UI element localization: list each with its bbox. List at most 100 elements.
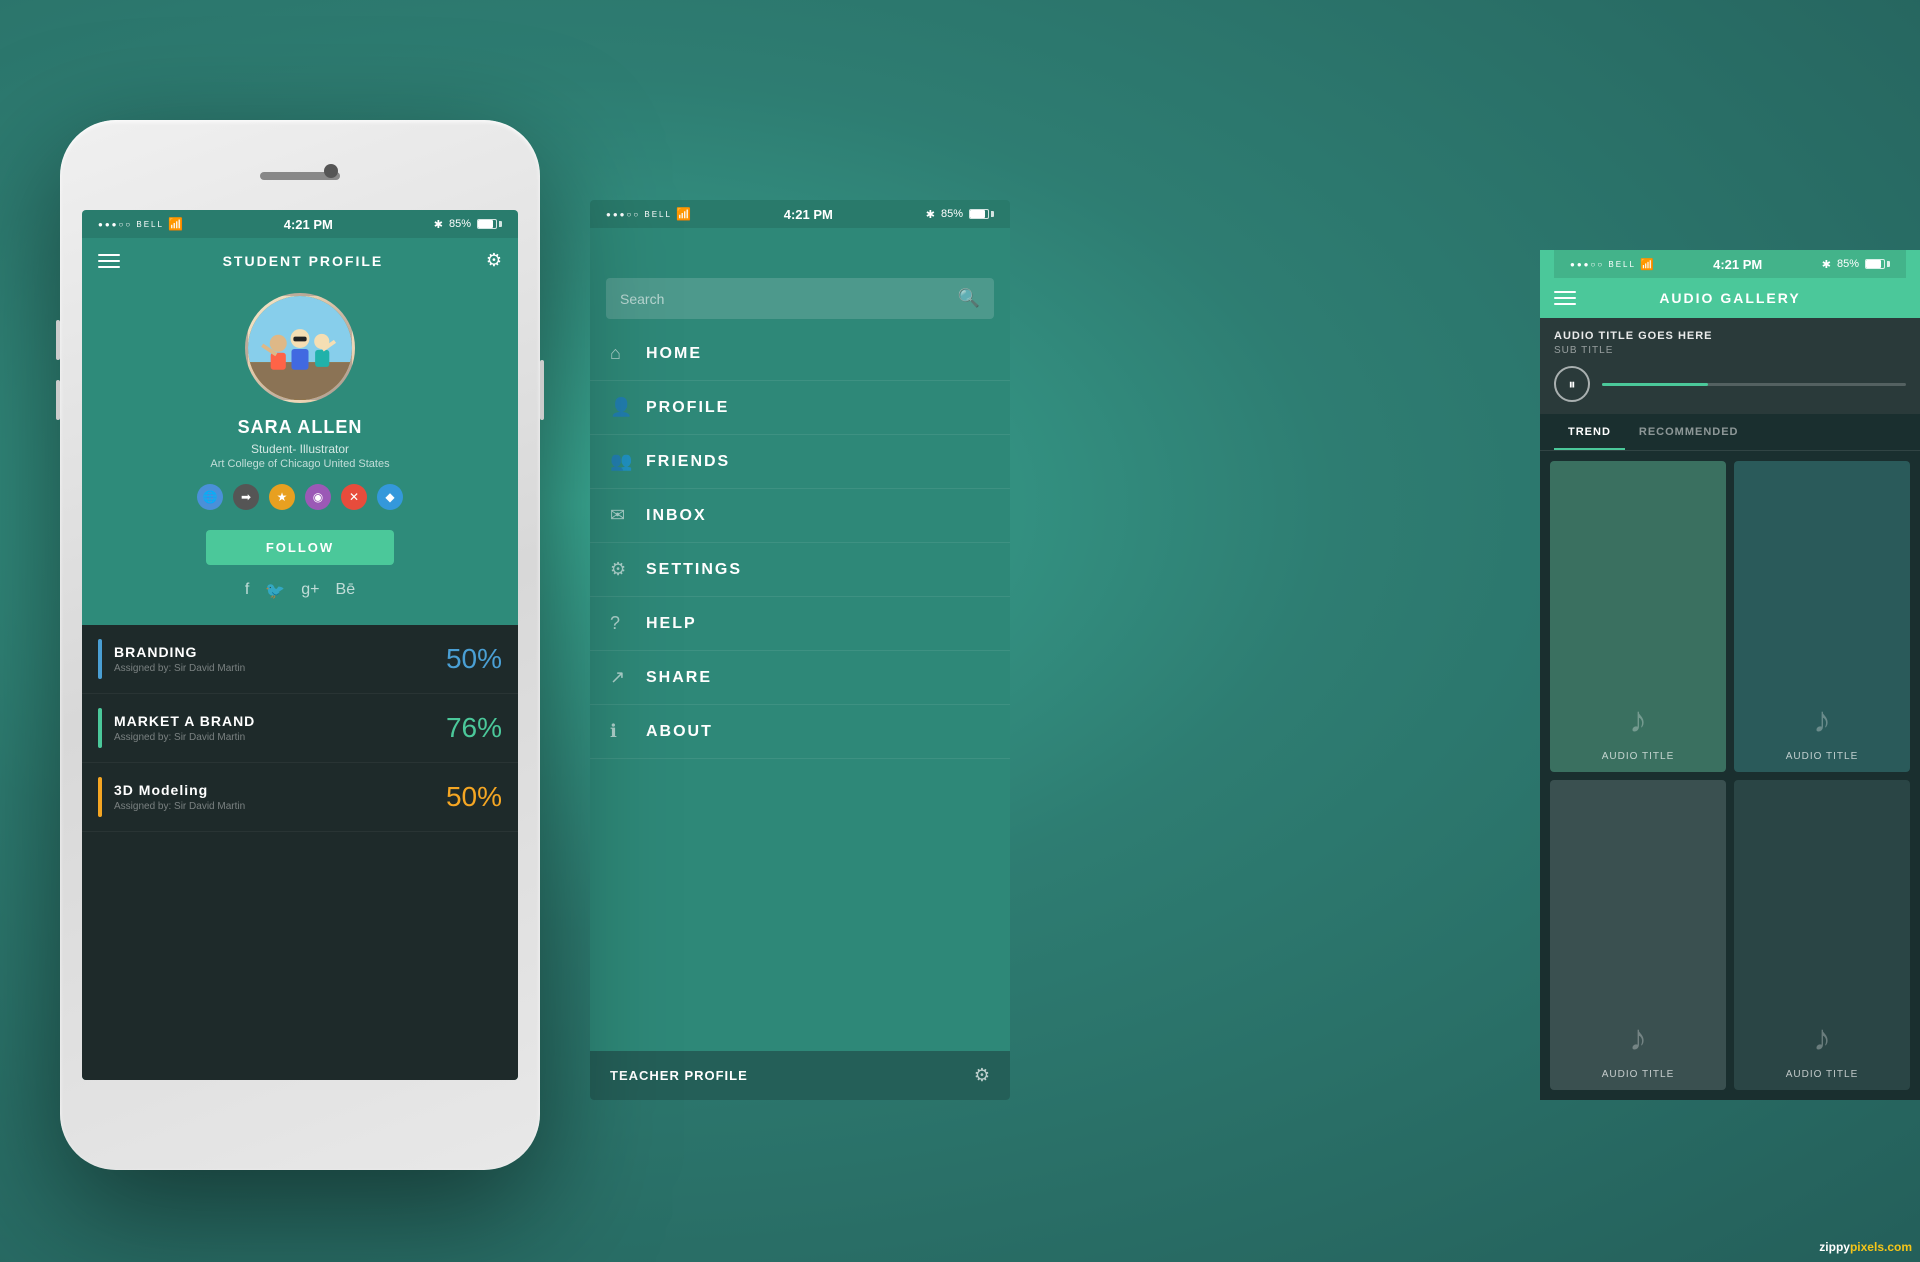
course-title-market: MARKET A BRAND [114, 713, 446, 729]
phone2-wifi-icon: 📶 [676, 207, 691, 221]
course-assigned-market: Assigned by: Sir David Martin [114, 732, 446, 743]
teacher-settings-icon[interactable]: ⚙ [974, 1065, 990, 1086]
profile-label: PROFILE [646, 399, 729, 417]
social-links: f 🐦 g+ Bē [245, 581, 355, 601]
profile-icon: 👤 [610, 397, 646, 418]
inbox-label: INBOX [646, 507, 707, 525]
badge-icon-6: ◆ [377, 484, 403, 510]
audio-card-title-1: AUDIO TITLE [1602, 751, 1675, 762]
phone1-container: ●●●○○ BELL 📶 4:21 PM ✱ 85% [60, 120, 540, 1170]
badge-icon-5: ✕ [341, 484, 367, 510]
menu-item-friends[interactable]: 👥 FRIENDS [590, 435, 1010, 489]
audio-card-title-4: AUDIO TITLE [1786, 1069, 1859, 1080]
phone2-status-right: ✱ 85% [926, 208, 994, 221]
audio-card-title-3: AUDIO TITLE [1602, 1069, 1675, 1080]
progress-track[interactable] [1602, 383, 1906, 386]
phone1-vol-down-button [56, 380, 60, 420]
menu-item-home[interactable]: ⌂ HOME [590, 327, 1010, 381]
search-icon[interactable]: 🔍 [958, 288, 980, 309]
profile-badge-icons: 🌐 ➡ ★ ◉ ✕ ◆ [197, 484, 403, 510]
menu-screen: ●●●○○ BELL 📶 4:21 PM ✱ 85% Search 🔍 [590, 200, 1010, 1100]
search-placeholder: Search [620, 291, 958, 307]
teacher-profile-label: TEACHER PROFILE [610, 1068, 748, 1083]
share-label: SHARE [646, 669, 712, 687]
tab-trend[interactable]: TREND [1554, 414, 1625, 450]
menu-item-help[interactable]: ? HELP [590, 597, 1010, 651]
phone1-vol-up-button [56, 320, 60, 360]
pause-button[interactable]: ⏸ [1554, 366, 1590, 402]
phone3-status-right: ✱ 85% [1822, 258, 1890, 271]
audio-app-header: ●●●○○ BELL 📶 4:21 PM ✱ 85% [1540, 250, 1920, 318]
course-bar-branding [98, 639, 102, 679]
now-playing-subtitle: SUB TITLE [1554, 345, 1906, 356]
menu-item-share[interactable]: ↗ SHARE [590, 651, 1010, 705]
phone1-app-header: STUDENT PROFILE ⚙ [82, 238, 518, 283]
badge-icon-1: 🌐 [197, 484, 223, 510]
course-info-3d: 3D Modeling Assigned by: Sir David Marti… [114, 782, 446, 812]
phone3-battery-icon [1865, 259, 1890, 269]
course-bar-market [98, 708, 102, 748]
course-title-3d: 3D Modeling [114, 782, 446, 798]
phone1-wifi-icon: 📶 [168, 217, 183, 231]
user-avatar [245, 293, 355, 403]
phone3-status-bar: ●●●○○ BELL 📶 4:21 PM ✱ 85% [1554, 250, 1906, 278]
player-controls: ⏸ [1554, 366, 1906, 402]
phone2-battery-icon [969, 209, 994, 219]
phone3-container: ●●●○○ BELL 📶 4:21 PM ✱ 85% [1540, 250, 1920, 1100]
phone1-status-bar: ●●●○○ BELL 📶 4:21 PM ✱ 85% [82, 210, 518, 238]
settings-gear-icon[interactable]: ⚙ [486, 250, 502, 271]
menu-items-list: ⌂ HOME 👤 PROFILE 👥 FRIENDS ✉ INBOX ⚙ [590, 327, 1010, 1051]
menu-item-settings[interactable]: ⚙ SETTINGS [590, 543, 1010, 597]
profile-header-title: STUDENT PROFILE [223, 253, 384, 269]
phone1-carrier: ●●●○○ BELL [98, 220, 164, 229]
tab-recommended[interactable]: RECOMMENDED [1625, 414, 1753, 450]
music-note-icon-3: ♪ [1629, 1017, 1647, 1059]
hamburger-menu-icon[interactable] [98, 254, 120, 268]
course-bar-3d [98, 777, 102, 817]
audio-hamburger-icon[interactable] [1554, 291, 1576, 305]
audio-card-1[interactable]: ♪ AUDIO TITLE [1550, 461, 1726, 772]
phone2-bluetooth-icon: ✱ [926, 208, 935, 221]
phone2-time: 4:21 PM [784, 207, 833, 222]
phone1-status-right: ✱ 85% [434, 218, 502, 231]
inbox-icon: ✉ [610, 505, 646, 526]
menu-item-inbox[interactable]: ✉ INBOX [590, 489, 1010, 543]
facebook-icon[interactable]: f [245, 581, 249, 601]
phone3-screen: ●●●○○ BELL 📶 4:21 PM ✱ 85% [1540, 250, 1920, 1100]
friends-label: FRIENDS [646, 453, 730, 471]
behance-icon[interactable]: Bē [336, 581, 356, 601]
now-playing-title: AUDIO TITLE GOES HERE [1554, 330, 1906, 342]
phone1-time: 4:21 PM [284, 217, 333, 232]
course-item-3d[interactable]: 3D Modeling Assigned by: Sir David Marti… [82, 763, 518, 832]
phone2-status-left: ●●●○○ BELL 📶 [606, 207, 691, 221]
audio-gallery-title: AUDIO GALLERY [1659, 290, 1800, 306]
about-icon: ℹ [610, 721, 646, 742]
music-note-icon-4: ♪ [1813, 1017, 1831, 1059]
phone2-carrier: ●●●○○ BELL [606, 210, 672, 219]
course-item-branding[interactable]: BRANDING Assigned by: Sir David Martin 5… [82, 625, 518, 694]
menu-item-about[interactable]: ℹ ABOUT [590, 705, 1010, 759]
course-item-market[interactable]: MARKET A BRAND Assigned by: Sir David Ma… [82, 694, 518, 763]
friends-icon: 👥 [610, 451, 646, 472]
course-assigned-branding: Assigned by: Sir David Martin [114, 663, 446, 674]
phone1-battery-icon [477, 219, 502, 229]
profile-school: Art College of Chicago United States [210, 458, 389, 470]
phone3-time: 4:21 PM [1713, 257, 1762, 272]
course-percent-branding: 50% [446, 643, 502, 675]
menu-search-bar[interactable]: Search 🔍 [606, 278, 994, 319]
audio-card-2[interactable]: ♪ AUDIO TITLE [1734, 461, 1910, 772]
phone2-screen: ●●●○○ BELL 📶 4:21 PM ✱ 85% Search 🔍 [590, 200, 1010, 1100]
course-info-branding: BRANDING Assigned by: Sir David Martin [114, 644, 446, 674]
settings-label: SETTINGS [646, 561, 742, 579]
menu-item-profile[interactable]: 👤 PROFILE [590, 381, 1010, 435]
googleplus-icon[interactable]: g+ [301, 581, 319, 601]
follow-button[interactable]: FOLLOW [206, 530, 394, 565]
teacher-profile-bar[interactable]: TEACHER PROFILE ⚙ [590, 1051, 1010, 1100]
audio-card-3[interactable]: ♪ AUDIO TITLE [1550, 780, 1726, 1091]
course-percent-3d: 50% [446, 781, 502, 813]
watermark-pixels: pixels.com [1850, 1240, 1912, 1254]
audio-card-4[interactable]: ♪ AUDIO TITLE [1734, 780, 1910, 1091]
twitter-icon[interactable]: 🐦 [265, 581, 285, 601]
badge-icon-3: ★ [269, 484, 295, 510]
settings-icon: ⚙ [610, 559, 646, 580]
